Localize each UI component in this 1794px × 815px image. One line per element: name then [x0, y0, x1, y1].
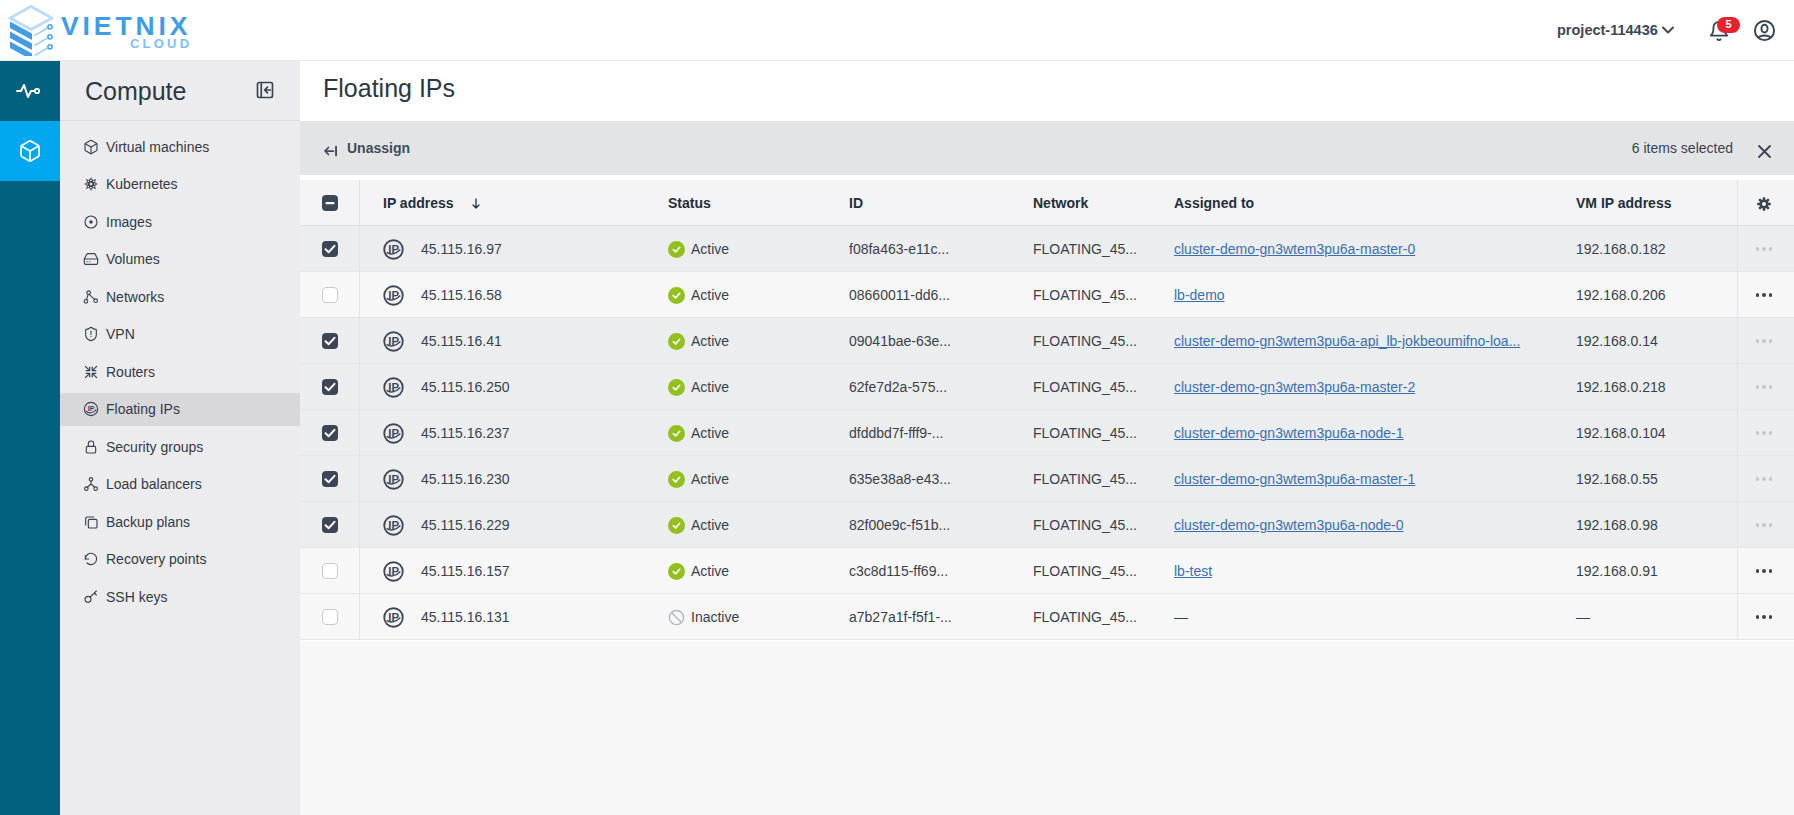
svg-text:IP: IP	[388, 472, 399, 484]
svg-text:IP: IP	[388, 334, 399, 346]
svg-text:IP: IP	[388, 242, 399, 254]
svg-text:IP: IP	[388, 426, 399, 438]
svg-text:IP: IP	[388, 518, 399, 530]
svg-text:IP: IP	[388, 610, 399, 622]
svg-text:IP: IP	[388, 288, 399, 300]
svg-text:IP: IP	[88, 405, 95, 412]
svg-text:IP: IP	[388, 564, 399, 576]
svg-text:IP: IP	[388, 380, 399, 392]
